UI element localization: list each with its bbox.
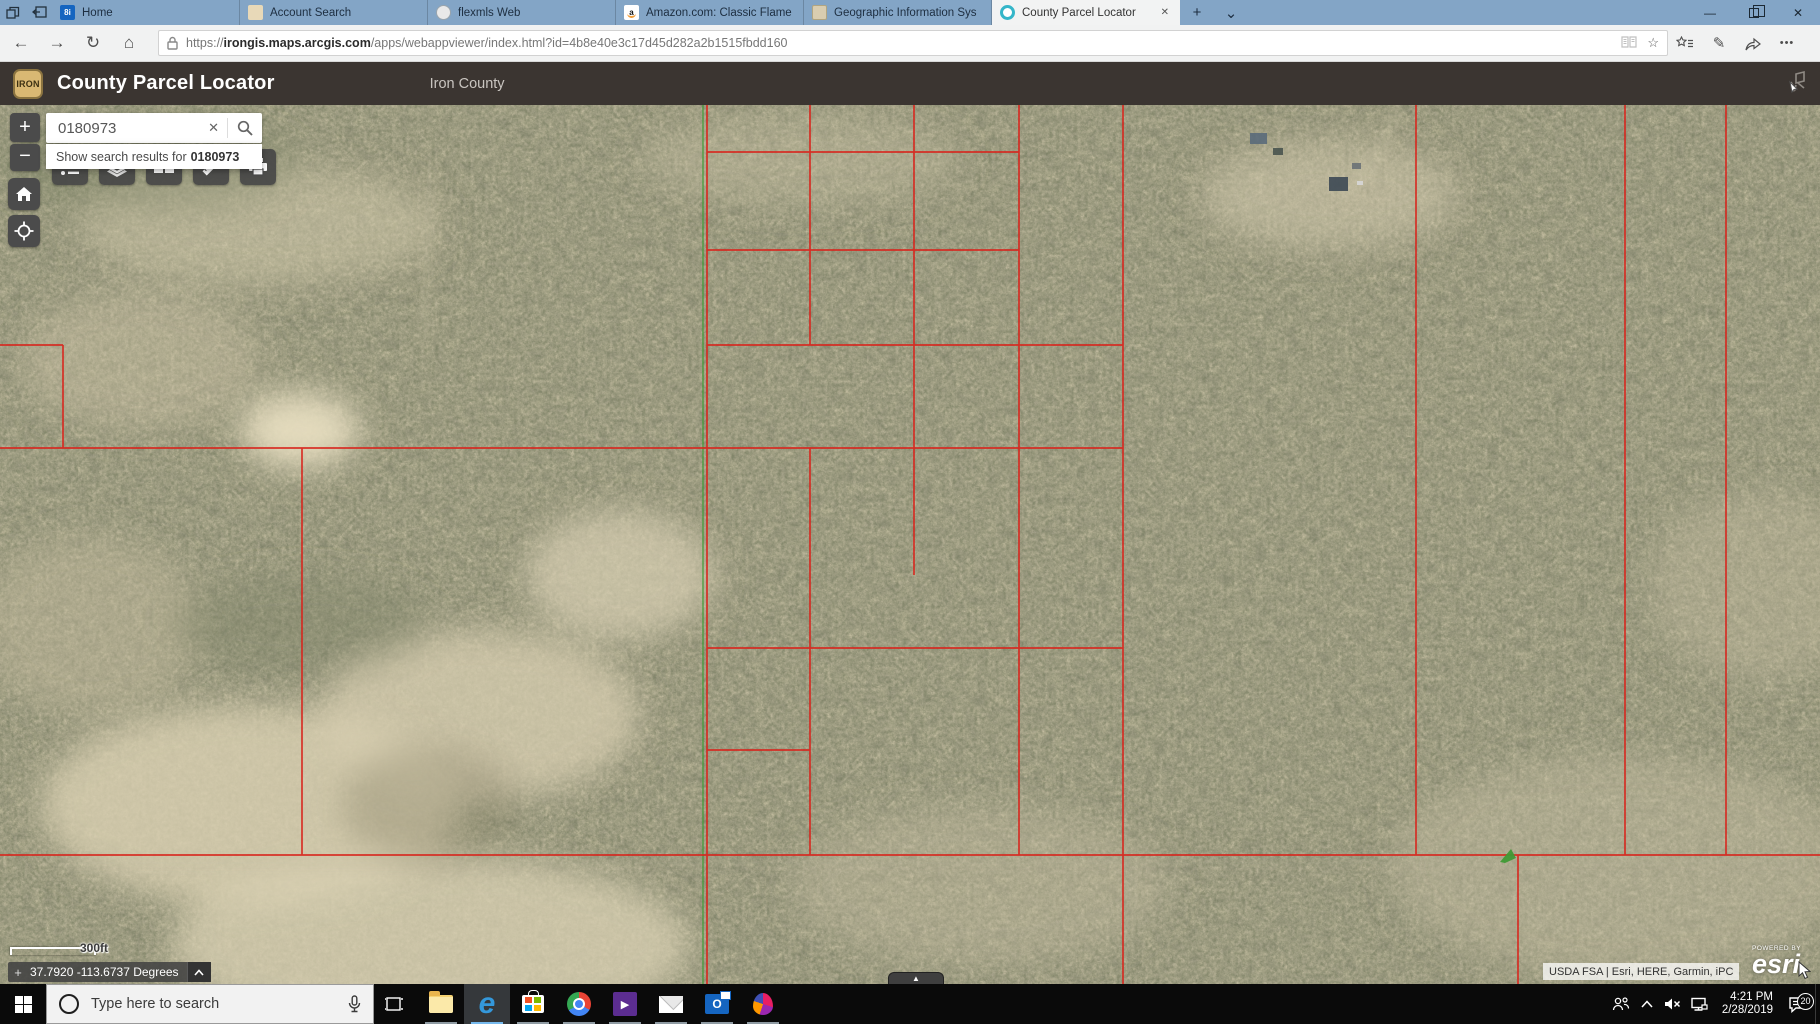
page-title: County Parcel Locator (57, 72, 275, 95)
clock-date: 2/28/2019 (1722, 1004, 1773, 1017)
app-header: IRON County Parcel Locator Iron County (0, 62, 1820, 105)
hidden-icons-chevron[interactable] (1634, 1000, 1660, 1008)
chrome-icon[interactable] (556, 984, 602, 1024)
notification-badge: 20 (1797, 993, 1814, 1010)
window-controls: — ✕ (1688, 0, 1820, 25)
map-home-button[interactable] (8, 178, 40, 210)
action-center-button[interactable]: 20 (1781, 996, 1815, 1013)
zoom-in-button[interactable]: + (10, 113, 40, 142)
clear-search-icon[interactable]: ✕ (200, 120, 227, 136)
taskbar-clock[interactable]: 4:21 PM 2/28/2019 (1722, 991, 1773, 1017)
mail-icon[interactable] (648, 984, 694, 1024)
lock-icon (167, 36, 178, 50)
my-location-button[interactable] (8, 215, 40, 247)
header-widget-icon[interactable] (1786, 70, 1812, 101)
app-subtitle: Iron County (430, 76, 505, 92)
tab-county-parcel-locator[interactable]: County Parcel Locator ✕ (992, 0, 1180, 25)
set-tabs-aside-icon[interactable] (26, 0, 52, 25)
browser-address-bar: ← → ↻ ⌂ https://irongis.maps.arcgis.com/… (0, 25, 1820, 62)
home-icon (15, 186, 33, 202)
reading-view-icon[interactable] (1621, 36, 1637, 51)
outlook-icon[interactable]: O (694, 984, 740, 1024)
taskbar-search-placeholder: Type here to search (91, 996, 348, 1012)
tab-flexmls[interactable]: flexmls Web (428, 0, 616, 25)
task-view-icon (384, 995, 404, 1013)
arcgis-favicon (1000, 5, 1015, 20)
restore-button[interactable] (1732, 0, 1776, 25)
tab-account-search[interactable]: Account Search (240, 0, 428, 25)
task-view-button[interactable] (374, 984, 414, 1024)
taskbar-apps: e ▶ O (418, 984, 786, 1024)
file-explorer-icon[interactable] (418, 984, 464, 1024)
start-button[interactable] (0, 984, 46, 1024)
add-favorite-star-icon[interactable]: ☆ (1647, 35, 1659, 51)
crosshair-icon (14, 221, 34, 241)
amazon-favicon: a (624, 5, 639, 20)
map-canvas[interactable]: + − ✕ Show search results for0180973 (0, 105, 1820, 985)
back-button[interactable]: ← (6, 28, 36, 58)
minimize-button[interactable]: — (1688, 0, 1732, 25)
search-suggestion[interactable]: Show search results for0180973 (46, 144, 262, 169)
aerial-imagery (0, 105, 1820, 985)
gis-favicon (812, 5, 827, 20)
esri-logo[interactable]: POWERED BY esri (1752, 945, 1801, 976)
search-input[interactable] (46, 120, 200, 137)
flexmls-favicon (436, 5, 451, 20)
browser-tab-strip: 8i Home Account Search flexmls Web a Ama… (0, 0, 1820, 25)
tab-amazon[interactable]: a Amazon.com: Classic Flame (616, 0, 804, 25)
annotate-pen-icon[interactable]: ✎ (1702, 34, 1736, 52)
home-tab-favicon: 8i (60, 5, 75, 20)
search-icon[interactable] (228, 120, 262, 136)
restore-icon (1749, 8, 1759, 18)
coordinates-widget: + 37.7920 -113.6737 Degrees (8, 962, 211, 982)
clock-time: 4:21 PM (1722, 991, 1773, 1004)
windows-taskbar: Type here to search e ▶ O (0, 984, 1820, 1024)
parcel-search-box[interactable]: ✕ (46, 113, 262, 143)
tab-home[interactable]: 8i Home (52, 0, 240, 25)
tab-preview-icon[interactable] (0, 0, 26, 25)
share-icon[interactable] (1736, 36, 1770, 51)
close-window-button[interactable]: ✕ (1776, 0, 1820, 25)
zoom-out-button[interactable]: − (10, 144, 40, 171)
iron-county-logo: IRON (13, 69, 43, 99)
edge-browser-icon[interactable]: e (464, 984, 510, 1024)
microsoft-store-icon[interactable] (510, 984, 556, 1024)
tab-list-dropdown-icon[interactable]: ⌄ (1214, 0, 1248, 25)
paint3d-icon[interactable] (740, 984, 786, 1024)
url-field[interactable]: https://irongis.maps.arcgis.com/apps/web… (158, 30, 1668, 56)
more-options-icon[interactable]: ••• (1770, 37, 1804, 49)
forward-button[interactable]: → (42, 28, 72, 58)
windows-logo-icon (15, 996, 32, 1013)
people-icon[interactable] (1608, 997, 1634, 1011)
coordinates-value: 37.7920 -113.6737 Degrees (28, 965, 187, 979)
microphone-icon[interactable] (348, 995, 361, 1014)
volume-muted-icon[interactable] (1660, 997, 1686, 1011)
mouse-cursor (1798, 961, 1812, 981)
account-search-favicon (248, 5, 263, 20)
chevron-up-icon (194, 969, 204, 976)
tab-gis[interactable]: Geographic Information Sys (804, 0, 992, 25)
map-attribution: USDA FSA | Esri, HERE, Garmin, iPC (1543, 963, 1739, 980)
coordinates-expand-button[interactable] (187, 962, 211, 982)
browser-home-button[interactable]: ⌂ (114, 28, 144, 58)
coordinate-crosshair-icon[interactable]: + (8, 965, 28, 980)
show-desktop-button[interactable] (1815, 984, 1820, 1024)
close-tab-icon[interactable]: ✕ (1158, 7, 1172, 18)
scale-label: 300ft (80, 941, 108, 955)
desktop: 8i Home Account Search flexmls Web a Ama… (0, 0, 1820, 1024)
movies-tv-icon[interactable]: ▶ (602, 984, 648, 1024)
system-tray: 4:21 PM 2/28/2019 20 (1608, 984, 1820, 1024)
cortana-icon (59, 994, 79, 1014)
taskbar-search-box[interactable]: Type here to search (46, 984, 374, 1024)
favorites-hub-icon[interactable] (1668, 36, 1702, 51)
network-icon[interactable] (1686, 997, 1712, 1012)
url-text: https://irongis.maps.arcgis.com/apps/web… (186, 36, 1611, 50)
new-tab-button[interactable]: + (1180, 0, 1214, 25)
refresh-button[interactable]: ↻ (78, 28, 108, 58)
